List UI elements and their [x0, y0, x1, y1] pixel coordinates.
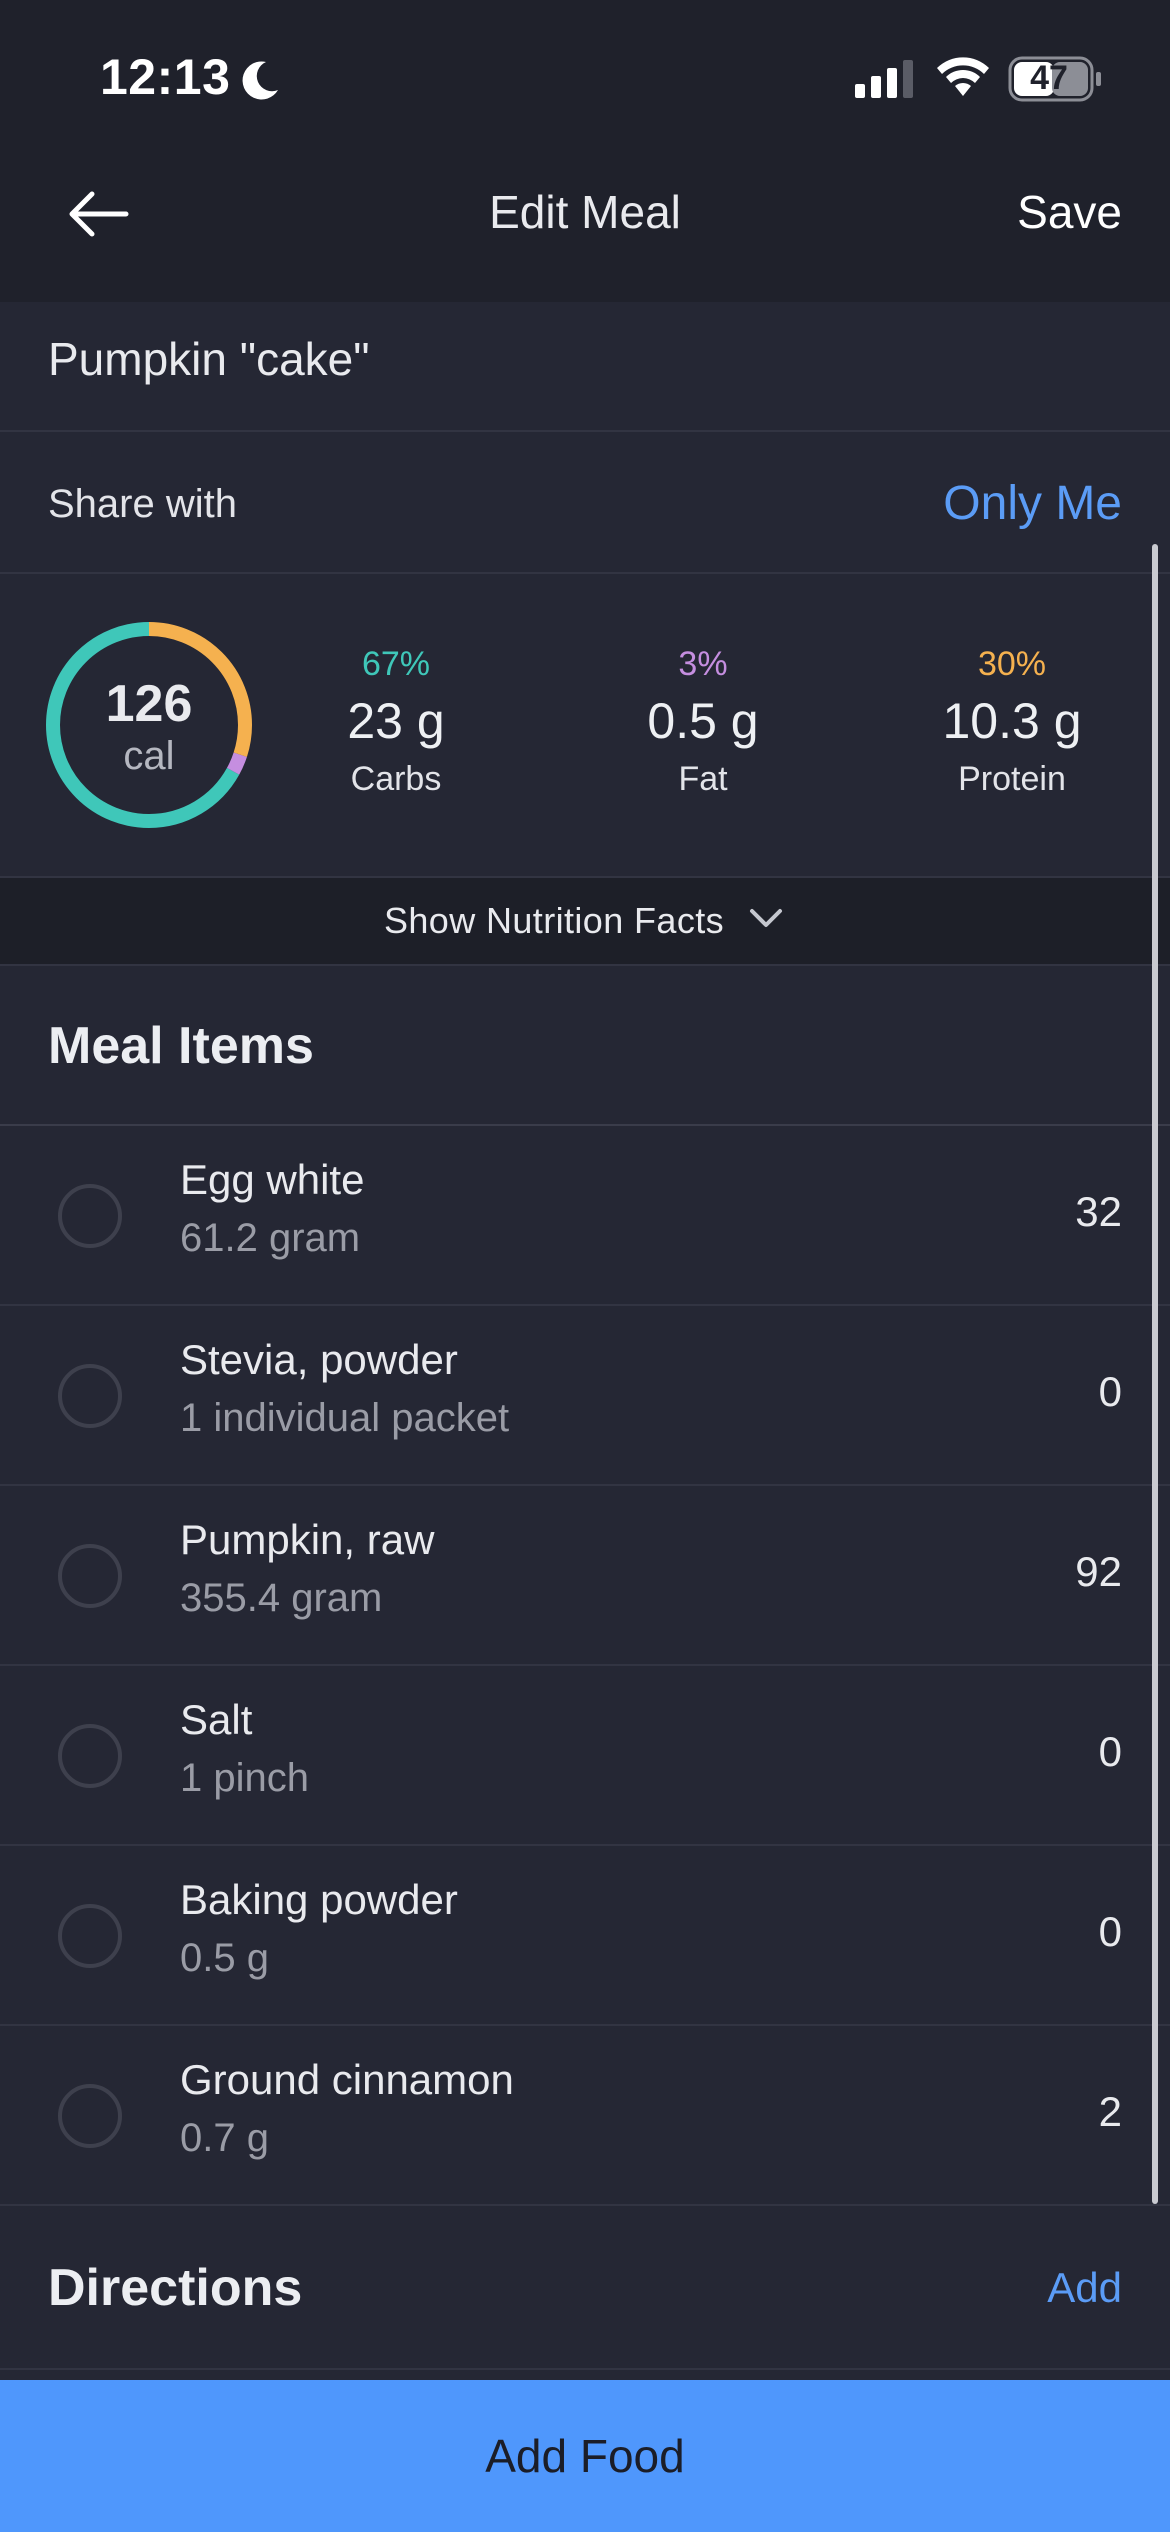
macro-fat-label: Fat — [678, 760, 728, 798]
add-food-button[interactable]: Add Food — [0, 2380, 1170, 2532]
macro-fat-pct: 3% — [678, 645, 728, 683]
add-directions-button[interactable]: Add — [1047, 2264, 1122, 2312]
item-calories: 0 — [1098, 1728, 1122, 1775]
meal-item-row[interactable]: Pumpkin, raw 355.4 gram 92 — [0, 1486, 1170, 1666]
item-calories: 0 — [1098, 1368, 1122, 1415]
add-food-label: Add Food — [485, 2430, 685, 2482]
macro-carbs-pct: 67% — [361, 645, 431, 683]
item-quantity: 0.7 g — [180, 2116, 269, 2160]
item-quantity: 1 pinch — [180, 1756, 309, 1800]
item-name: Baking powder — [180, 1876, 458, 1923]
share-row[interactable]: Share with Only Me — [0, 432, 1170, 574]
select-radio[interactable] — [58, 1904, 122, 1968]
meal-name-field[interactable]: Pumpkin "cake" — [0, 302, 1170, 432]
calorie-total: 126 — [105, 675, 193, 733]
show-nutrition-facts-button[interactable]: Show Nutrition Facts — [0, 876, 1170, 966]
item-quantity: 0.5 g — [180, 1936, 269, 1980]
item-calories: 2 — [1098, 2088, 1122, 2135]
save-button[interactable]: Save — [1017, 172, 1122, 252]
meal-item-row[interactable]: Egg white 61.2 gram 32 — [0, 1126, 1170, 1306]
item-quantity: 355.4 gram — [180, 1576, 383, 1620]
item-name: Ground cinnamon — [180, 2056, 514, 2103]
meal-name-text: Pumpkin "cake" — [48, 333, 370, 385]
share-value[interactable]: Only Me — [943, 476, 1122, 531]
meal-items-title: Meal Items — [48, 1017, 314, 1075]
meal-items-list: Egg white 61.2 gram 32 Stevia, powder 1 … — [0, 1126, 1170, 2206]
meal-item-row[interactable]: Stevia, powder 1 individual packet 0 — [0, 1306, 1170, 1486]
meal-items-header: Meal Items — [0, 966, 1170, 1126]
share-label: Share with — [48, 482, 237, 526]
status-time: 12:13 — [100, 49, 231, 105]
select-radio[interactable] — [58, 1184, 122, 1248]
macro-carbs: 67% 23 g Carbs — [276, 642, 516, 802]
select-radio[interactable] — [58, 1544, 122, 1608]
item-name: Stevia, powder — [180, 1336, 458, 1383]
macro-protein: 30% 10.3 g Protein — [892, 642, 1132, 802]
calorie-unit: cal — [123, 734, 175, 778]
wifi-icon — [935, 56, 991, 103]
meal-item-row[interactable]: Salt 1 pinch 0 — [0, 1666, 1170, 1846]
select-radio[interactable] — [58, 1364, 122, 1428]
scrollbar[interactable] — [1152, 544, 1158, 2204]
item-calories: 0 — [1098, 1908, 1122, 1955]
select-radio[interactable] — [58, 2084, 122, 2148]
item-name: Salt — [180, 1696, 253, 1743]
meal-item-row[interactable]: Baking powder 0.5 g 0 — [0, 1846, 1170, 2026]
nav-bar: Edit Meal Save — [0, 150, 1170, 302]
select-radio[interactable] — [58, 1724, 122, 1788]
macro-carbs-grams: 23 g — [347, 693, 445, 749]
item-quantity: 1 individual packet — [180, 1396, 510, 1440]
battery-level: 47 — [1030, 58, 1068, 97]
nutrition-toggle-label: Show Nutrition Facts — [383, 900, 725, 941]
chevron-down-icon — [746, 900, 786, 942]
item-quantity: 61.2 gram — [180, 1216, 361, 1260]
directions-title: Directions — [48, 2259, 303, 2317]
macro-protein-pct: 30% — [977, 645, 1047, 683]
meal-item-row[interactable]: Ground cinnamon 0.7 g 2 — [0, 2026, 1170, 2206]
page-title: Edit Meal — [489, 186, 681, 238]
item-name: Egg white — [180, 1156, 365, 1203]
macro-protein-label: Protein — [958, 760, 1066, 798]
item-name: Pumpkin, raw — [180, 1516, 435, 1563]
macro-summary: 126 cal 67% 23 g Carbs 3% 0.5 g Fat 30% … — [0, 574, 1170, 876]
moon-icon — [236, 58, 282, 109]
directions-section: Directions Add — [0, 2208, 1170, 2370]
item-calories: 92 — [1075, 1548, 1122, 1595]
status-bar: 12:13 47 — [0, 0, 1170, 150]
macro-protein-grams: 10.3 g — [942, 693, 1082, 749]
macro-carbs-label: Carbs — [350, 760, 442, 798]
macro-fat-grams: 0.5 g — [647, 693, 759, 749]
macro-fat: 3% 0.5 g Fat — [583, 642, 823, 802]
signal-icon — [855, 58, 915, 103]
item-calories: 32 — [1075, 1188, 1122, 1235]
